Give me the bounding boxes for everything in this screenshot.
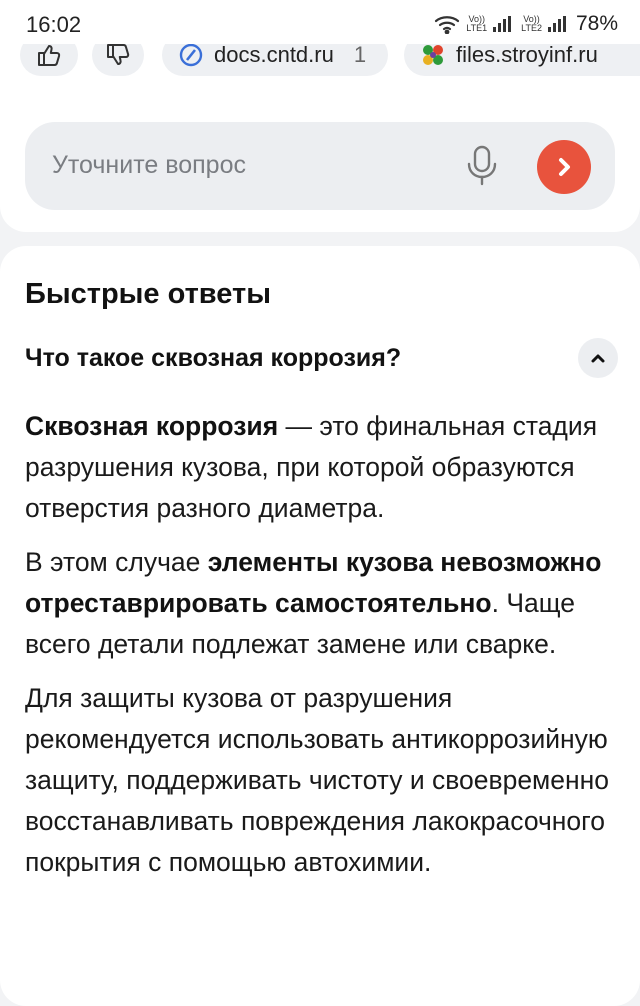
refine-question-placeholder: Уточните вопрос [52, 151, 246, 179]
collapse-button[interactable] [578, 338, 618, 378]
status-time: 16:02 [26, 12, 82, 37]
sim2-indicator: Vo)) LTE2 [521, 14, 542, 33]
answer-text: Сквозная коррозия — это финальная стадия… [25, 406, 625, 896]
refine-question-field[interactable]: Уточните вопрос [25, 122, 615, 210]
answer-paragraph: Сквозная коррозия — это финальная стадия… [25, 411, 598, 523]
signal-icon [547, 16, 566, 32]
sim1-indicator: Vo)) LTE1 [466, 14, 488, 33]
quick-answers-title: Быстрые ответы [25, 278, 271, 310]
question-heading[interactable]: Что такое сквозная коррозия? [25, 344, 401, 373]
quick-answers-card: Быстрые ответы Что такое сквозная корроз… [0, 246, 640, 1006]
stroyinf-logo-icon [423, 45, 443, 65]
source-count: 1 [353, 42, 367, 67]
source-domain: files.stroyinf.ru [456, 42, 598, 67]
source-domain: docs.cntd.ru [214, 42, 334, 67]
send-button[interactable] [537, 140, 591, 194]
answer-paragraph: В этом случае элементы кузова невозможно… [25, 547, 602, 659]
chevron-up-icon [591, 354, 605, 363]
microphone-icon[interactable] [465, 144, 499, 193]
answer-paragraph: Для защиты кузова от разрушения рекоменд… [25, 683, 610, 877]
thumbs-up-icon [38, 45, 61, 66]
chevron-right-icon [559, 158, 570, 176]
thumbs-down-icon [107, 44, 130, 65]
wifi-icon [435, 16, 460, 34]
signal-icon [493, 16, 512, 32]
battery-percent: 78% [575, 12, 618, 35]
docs-cntd-logo-icon [179, 43, 203, 67]
status-bar: 16:02 Vo)) LTE1 Vo)) LTE2 78% [0, 0, 640, 44]
